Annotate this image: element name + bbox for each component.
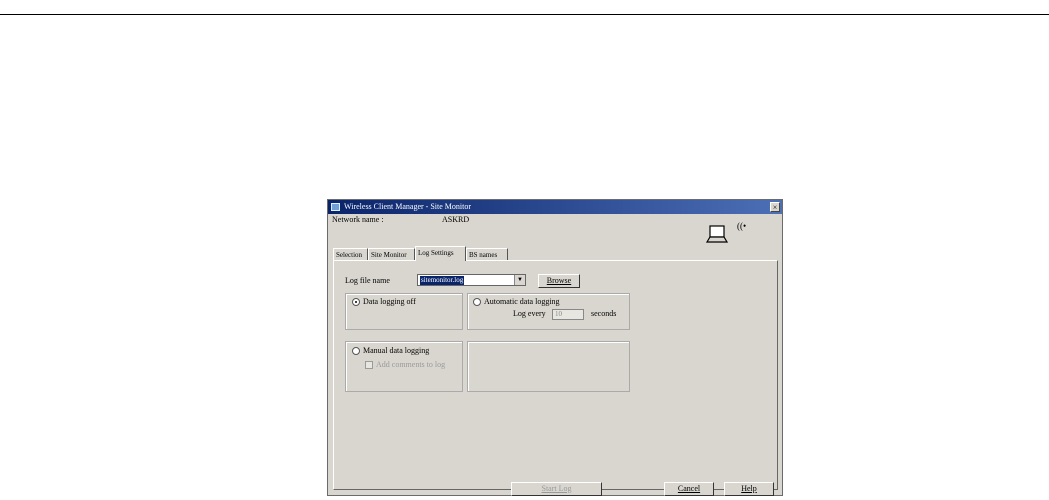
chevron-down-icon[interactable]: ▼ — [514, 275, 525, 285]
automatic-logging-radio[interactable] — [473, 298, 481, 306]
manual-logging-label: Manual data logging — [363, 346, 430, 355]
tab-selection[interactable]: Selection — [333, 248, 368, 260]
seconds-label: seconds — [591, 309, 617, 318]
add-comments-label: Add comments to log — [376, 360, 446, 369]
start-log-button[interactable]: Start Log — [511, 482, 602, 496]
log-interval-input[interactable]: 10 — [552, 309, 584, 320]
cancel-button-label: Cancel — [677, 484, 701, 493]
title-bar[interactable]: Wireless Client Manager - Site Monitor × — [328, 200, 782, 214]
dialog-button-bar: Start Log Cancel Help — [328, 481, 782, 497]
log-every-label: Log every — [513, 309, 546, 318]
data-logging-off-label: Data logging off — [363, 297, 416, 306]
tab-bs-names[interactable]: BS names — [466, 248, 508, 260]
laptop-icon — [705, 225, 729, 243]
cancel-button[interactable]: Cancel — [664, 482, 714, 496]
close-button[interactable]: × — [770, 202, 780, 212]
add-comments-checkbox[interactable] — [365, 361, 373, 369]
help-button-label: Help — [741, 484, 757, 493]
automatic-logging-label: Automatic data logging — [484, 297, 560, 306]
app-icon — [331, 203, 340, 211]
network-name-label: Network name : — [332, 215, 384, 224]
browse-button-label: Browse — [546, 276, 572, 285]
tab-site-monitor[interactable]: Site Monitor — [368, 248, 415, 260]
data-logging-off-radio[interactable] — [352, 298, 360, 306]
tab-log-settings[interactable]: Log Settings — [415, 246, 466, 261]
log-file-value: sitemonitor.log — [420, 276, 465, 285]
manual-logging-radio[interactable] — [352, 347, 360, 355]
page-top-rule — [0, 14, 1049, 15]
network-name-value: ASKRD — [442, 215, 470, 224]
browse-button[interactable]: Browse — [538, 274, 580, 288]
signal-icon: ((• — [737, 221, 747, 231]
start-log-button-label: Start Log — [541, 484, 572, 493]
window-title: Wireless Client Manager - Site Monitor — [344, 202, 471, 211]
help-button[interactable]: Help — [724, 482, 774, 496]
manual-logging-options-group — [467, 341, 630, 392]
log-file-name-label: Log file name — [345, 276, 390, 285]
log-file-combobox[interactable]: sitemonitor.log ▼ — [417, 274, 526, 286]
site-monitor-window: Wireless Client Manager - Site Monitor ×… — [327, 199, 783, 496]
